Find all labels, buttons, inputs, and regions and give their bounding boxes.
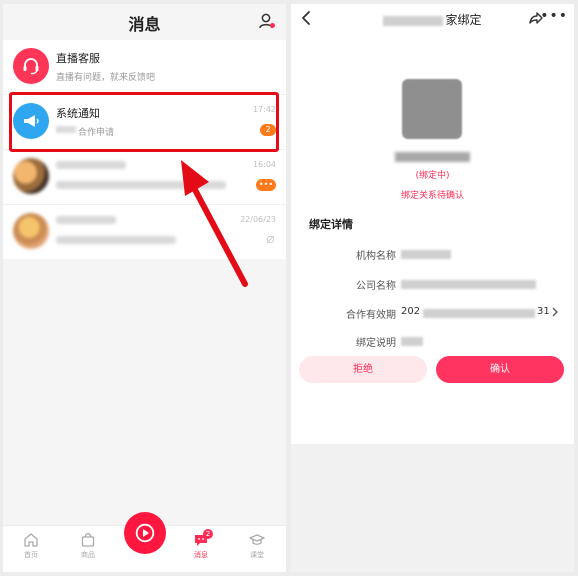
confirm-button[interactable]: 确认	[436, 356, 564, 383]
tab-label: 消息	[194, 551, 208, 559]
avatar	[13, 48, 49, 84]
tab-badge: 2	[203, 529, 213, 539]
annotation-arrow-icon	[181, 160, 248, 287]
bottom-tab-bar: 首页 商品 2 消息 课堂	[3, 512, 286, 572]
field-organization-name: 机构名称	[291, 247, 574, 263]
field-company-name: 公司名称	[291, 277, 574, 293]
binding-screen: 家绑定 ••• (绑定中) 绑定关系待确认 绑定详情 机构名称 公司名称 合作有…	[291, 4, 574, 572]
tab-products[interactable]: 商品	[68, 532, 108, 560]
add-contact-icon[interactable]	[258, 12, 276, 30]
binding-status: (绑定中)	[415, 171, 450, 181]
avatar	[13, 213, 49, 249]
list-item-subtitle: 直播有问题，就来反馈吧	[56, 73, 156, 83]
tab-label: 商品	[81, 551, 95, 559]
field-label: 机构名称	[356, 251, 396, 262]
graduation-cap-icon	[249, 534, 265, 545]
binding-header: 家绑定 •••	[291, 4, 574, 34]
live-broadcast-button[interactable]	[124, 512, 166, 554]
list-item-title: 直播客服	[56, 52, 100, 65]
tab-label: 首页	[24, 551, 38, 559]
tab-home[interactable]: 首页	[11, 532, 51, 560]
play-icon	[135, 523, 155, 543]
list-item-live-support[interactable]: 直播客服 直播有问题，就来反馈吧	[3, 40, 286, 94]
binding-detail-card: (绑定中) 绑定关系待确认 绑定详情 机构名称 公司名称 合作有效期 202 3…	[291, 34, 574, 444]
redacted-title	[56, 216, 116, 224]
reject-button[interactable]: 拒绝	[299, 356, 427, 383]
section-title: 绑定详情	[309, 218, 353, 231]
field-binding-description: 绑定说明	[291, 334, 574, 350]
field-label: 绑定说明	[356, 338, 396, 349]
page-title: 消息	[128, 15, 161, 34]
annotation-highlight-box	[9, 92, 279, 152]
chevron-right-icon[interactable]	[552, 307, 558, 317]
tab-label: 课堂	[250, 551, 264, 559]
field-value-prefix: 202	[401, 306, 421, 317]
more-options-icon[interactable]: •••	[540, 8, 568, 24]
pending-confirmation-text: 绑定关系待确认	[400, 191, 464, 201]
redacted-title	[56, 161, 126, 169]
redacted-org-id	[395, 152, 470, 162]
redacted-value	[401, 337, 423, 346]
headset-icon	[23, 58, 39, 75]
field-label: 合作有效期	[346, 310, 396, 321]
messages-screen: 消息 直播客服 直播有问题，就来反馈吧 系统通知 合作申请 17:42 2 16…	[3, 4, 286, 572]
field-cooperation-period[interactable]: 合作有效期 202 31	[291, 306, 574, 322]
messages-header: 消息	[3, 4, 286, 40]
page-title: 家绑定	[445, 13, 482, 27]
avatar	[13, 158, 49, 194]
tab-messages[interactable]: 2 消息	[181, 529, 221, 560]
home-icon	[24, 533, 38, 547]
redacted-value	[423, 309, 535, 318]
redacted-text	[383, 15, 444, 26]
shopping-bag-icon	[81, 532, 95, 547]
field-label: 公司名称	[356, 281, 396, 292]
redacted-subtitle	[56, 236, 176, 244]
tab-classroom[interactable]: 课堂	[237, 532, 277, 560]
mute-icon	[266, 235, 275, 244]
redacted-value	[401, 280, 536, 289]
field-value-suffix: 31	[537, 306, 550, 317]
redacted-value	[401, 250, 451, 259]
organization-avatar	[402, 79, 462, 139]
